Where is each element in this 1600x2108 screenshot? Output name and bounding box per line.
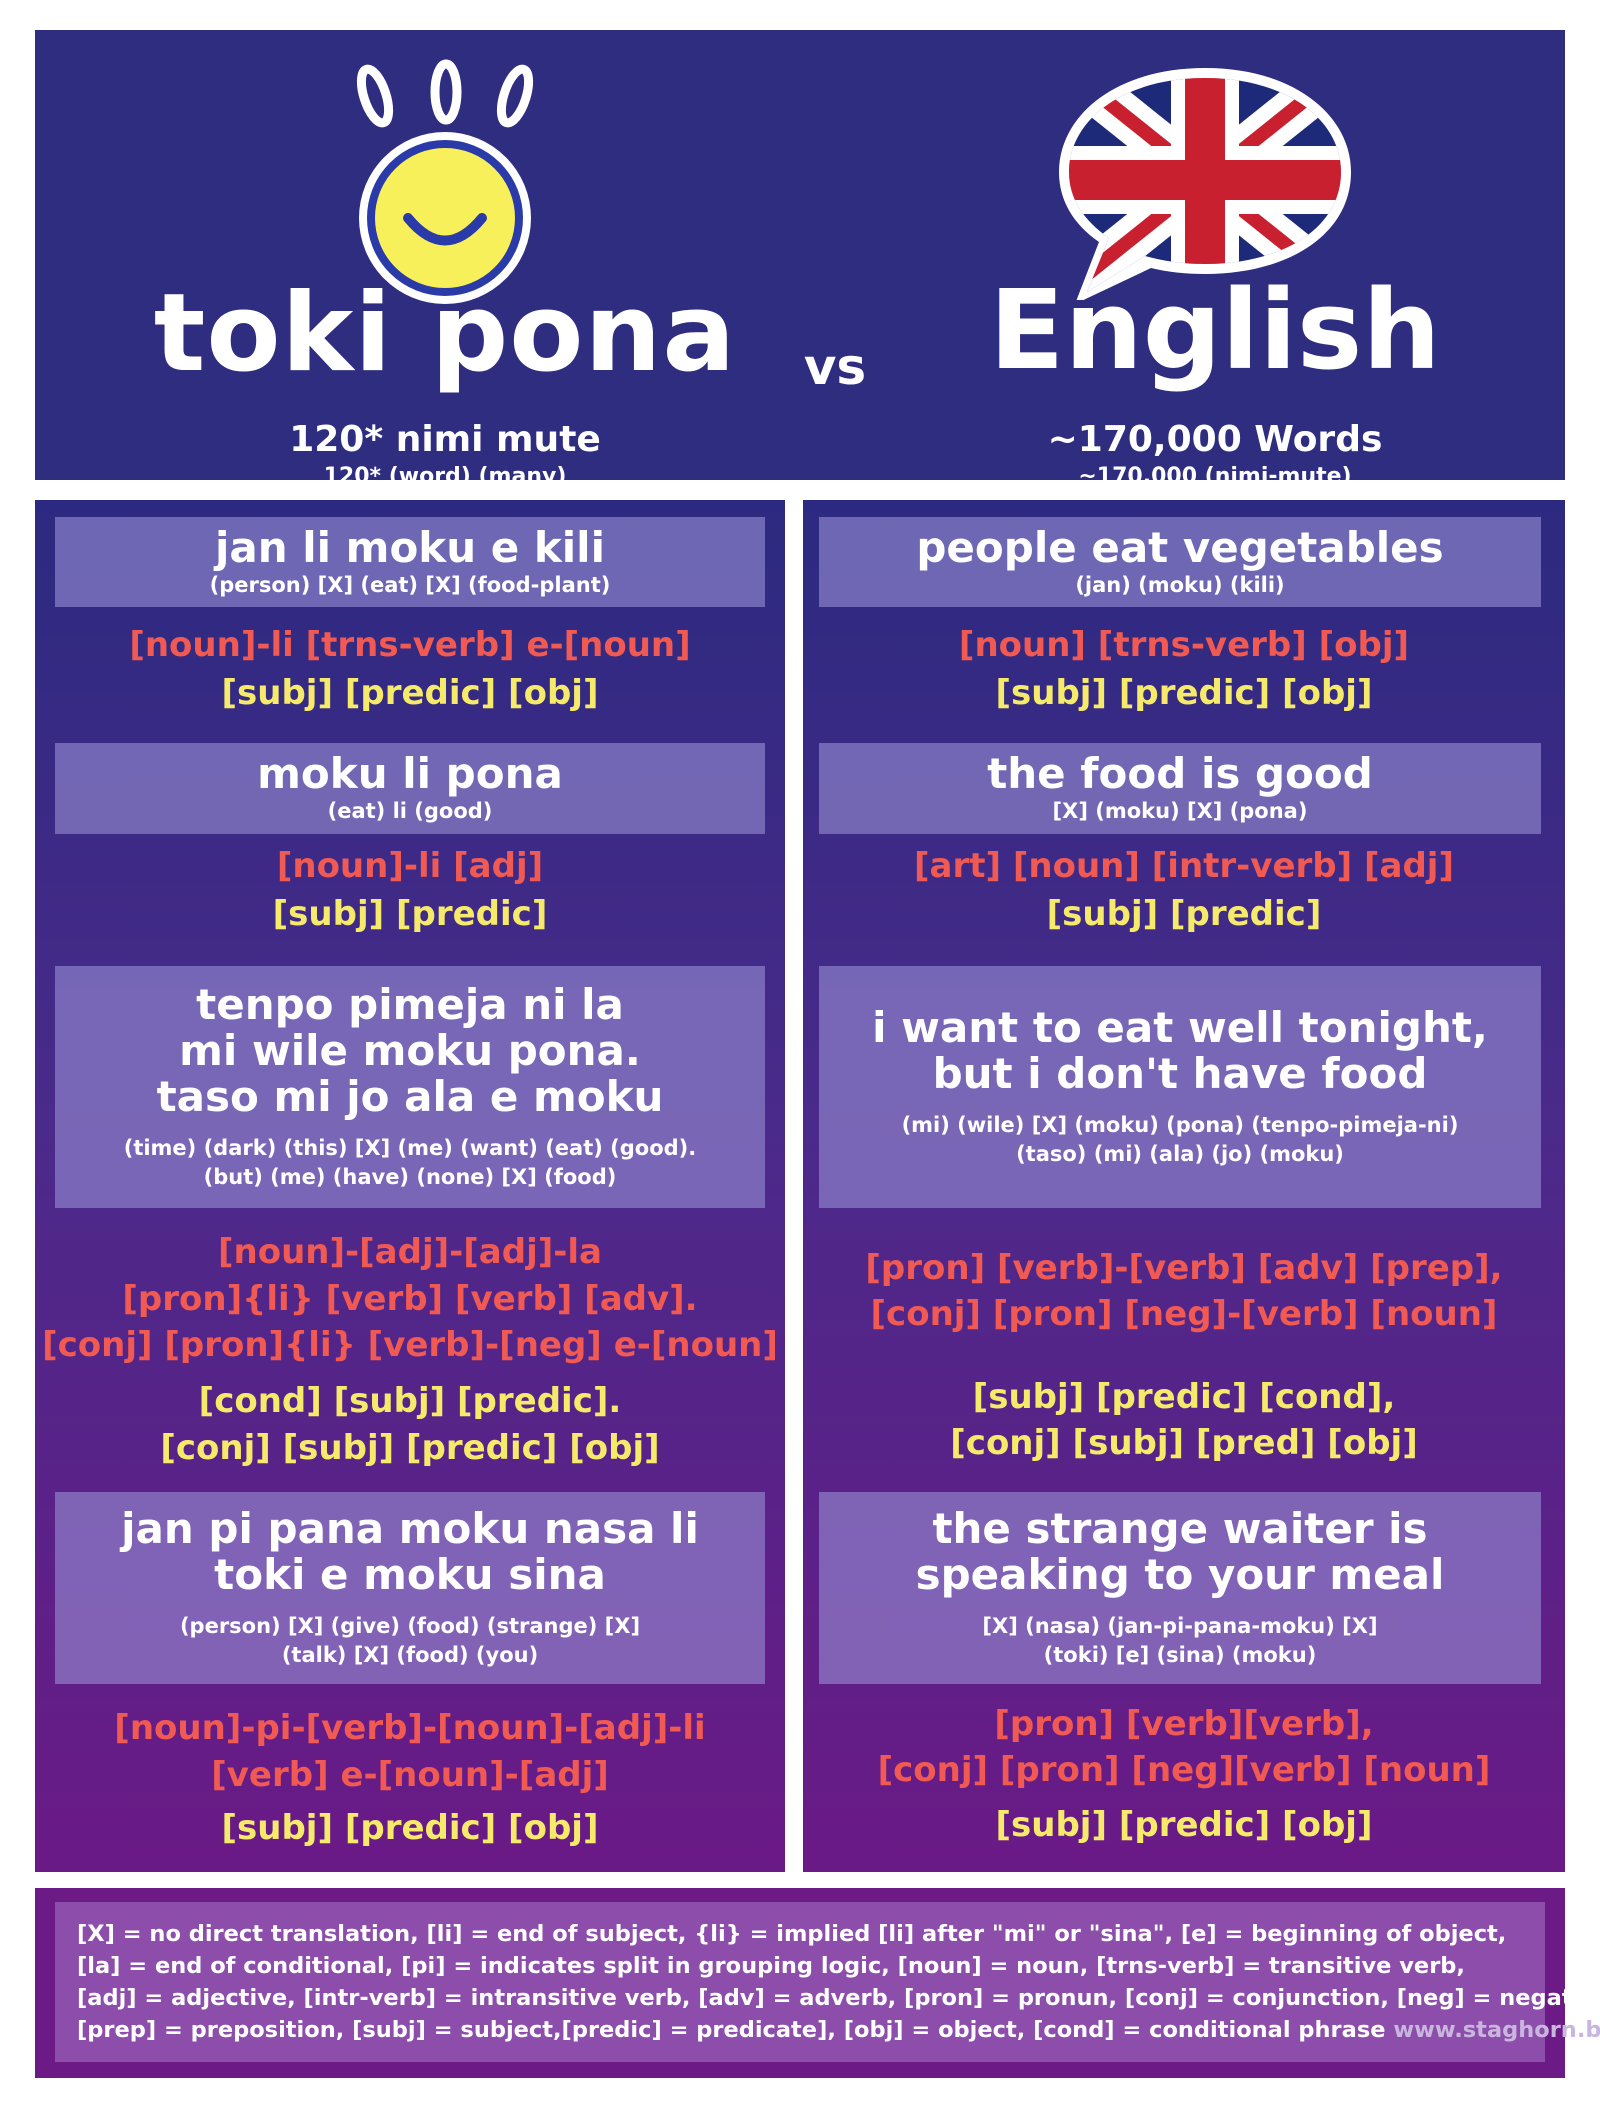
gloss: (but) (me) (have) (none) [X] (food) <box>203 1165 617 1189</box>
example-box: jan pi pana moku nasa li toki e moku sin… <box>55 1492 765 1684</box>
grammar-line: [conj] [pron] [neg]-[verb] [noun] <box>870 1294 1498 1334</box>
grammar-line: [pron] [verb][verb], <box>994 1704 1374 1744</box>
gloss: (eat) li (good) <box>327 799 493 823</box>
site-link[interactable]: www.staghorn.blog <box>1393 2017 1600 2043</box>
phrase: the food is good <box>987 749 1373 798</box>
role-line: [conj] [subj] [pred] [obj] <box>950 1423 1418 1463</box>
gloss: (taso) (mi) (ala) (jo) (moku) <box>1016 1142 1344 1166</box>
union-jack-speech-bubble-icon <box>1059 68 1351 300</box>
role-line: [subj] [predic] [cond], <box>972 1377 1396 1417</box>
role-line: [subj] [predic] [obj] <box>995 673 1373 713</box>
phrase: i want to eat well tonight, <box>872 1003 1488 1052</box>
role-line: [subj] [predic] [obj] <box>995 1805 1373 1845</box>
grammar-line: [art] [noun] [intr-verb] [adj] <box>913 846 1454 886</box>
example-box: moku li pona (eat) li (good) <box>55 743 765 834</box>
phrase: speaking to your meal <box>915 1550 1445 1599</box>
toki-pona-word-count-gloss: 120* (word) (many) <box>323 464 567 489</box>
example-box: people eat vegetables (jan) (moku) (kili… <box>819 517 1541 607</box>
grammar-line: [noun]-li [trns-verb] e-[noun] <box>129 625 691 665</box>
example-box: jan li moku e kili (person) [X] (eat) [X… <box>55 517 765 607</box>
role-line: [subj] [predic] <box>1046 894 1322 934</box>
grammar-line: [conj] [pron]{li} [verb]-[neg] e-[noun] <box>42 1325 778 1365</box>
example-box: i want to eat well tonight, but i don't … <box>819 966 1541 1208</box>
gloss: [X] (nasa) (jan-pi-pana-moku) [X] <box>982 1614 1378 1638</box>
phrase: the strange waiter is <box>932 1504 1428 1553</box>
legend-line: [la] = end of conditional, [pi] = indica… <box>77 1953 1465 1979</box>
toki-pona-column: jan li moku e kili (person) [X] (eat) [X… <box>35 500 785 1872</box>
gloss: (person) [X] (eat) [X] (food-plant) <box>209 572 611 597</box>
english-word-count-gloss: ~170,000 (nimi-mute) <box>1078 464 1352 489</box>
header-banner: toki pona vs English 120* nimi mute 120*… <box>35 30 1565 488</box>
legend-line: [X] = no direct translation, [li] = end … <box>77 1921 1507 1947</box>
grammar-line: [noun] [trns-verb] [obj] <box>958 625 1410 665</box>
phrase: taso mi jo ala e moku <box>156 1072 664 1121</box>
legend-footer: [X] = no direct translation, [li] = end … <box>35 1888 1600 2078</box>
grammar-line: [noun]-[adj]-[adj]-la <box>217 1232 602 1272</box>
phrase: toki e moku sina <box>214 1550 606 1599</box>
english-word-count: ~170,000 Words <box>1047 419 1383 460</box>
legend-box: [X] = no direct translation, [li] = end … <box>55 1902 1600 2062</box>
gloss: [X] (moku) [X] (pona) <box>1052 799 1308 823</box>
gloss: (mi) (wile) [X] (moku) (pona) (tenpo-pim… <box>901 1113 1459 1137</box>
phrase: mi wile moku pona. <box>179 1026 641 1075</box>
example-box: the food is good [X] (moku) [X] (pona) <box>819 743 1541 834</box>
english-title: English <box>989 266 1441 394</box>
role-line: [conj] [subj] [predic] [obj] <box>160 1428 660 1468</box>
english-column: people eat vegetables (jan) (moku) (kili… <box>803 500 1565 1872</box>
phrase: jan pi pana moku nasa li <box>121 1504 699 1553</box>
role-line: [cond] [subj] [predic]. <box>198 1381 622 1421</box>
grammar-line: [noun]-li [adj] <box>276 846 544 886</box>
grammar-line: [verb] e-[noun]-[adj] <box>211 1755 609 1795</box>
gloss: (talk) [X] (food) (you) <box>281 1643 539 1667</box>
gloss: (jan) (moku) (kili) <box>1075 572 1285 597</box>
role-line: [subj] [predic] [obj] <box>221 1808 599 1848</box>
grammar-line: [conj] [pron] [neg][verb] [noun] <box>877 1750 1491 1790</box>
phrase: but i don't have food <box>932 1049 1428 1098</box>
role-line: [subj] [predic] <box>272 894 548 934</box>
legend-line-last: [prep] = preposition, [subj] = subject,[… <box>77 2014 1600 2046</box>
grammar-line: [pron]{li} [verb] [verb] [adv]. <box>122 1279 698 1319</box>
example-box: the strange waiter is speaking to your m… <box>819 1492 1541 1684</box>
phrase: people eat vegetables <box>916 522 1444 572</box>
gloss: (toki) [e] (sina) (moku) <box>1043 1643 1317 1667</box>
grammar-line: [noun]-pi-[verb]-[noun]-[adj]-li <box>114 1708 706 1748</box>
legend-line: [prep] = preposition, [subj] = subject,[… <box>77 2017 1386 2043</box>
gloss: (person) [X] (give) (food) (strange) [X] <box>179 1614 641 1638</box>
phrase: jan li moku e kili <box>215 522 605 572</box>
legend-line: [adj] = adjective, [intr-verb] = intrans… <box>77 1985 1600 2011</box>
role-line: [subj] [predic] [obj] <box>221 673 599 713</box>
example-box: tenpo pimeja ni la mi wile moku pona. ta… <box>55 966 765 1208</box>
gloss: (time) (dark) (this) [X] (me) (want) (ea… <box>123 1136 697 1160</box>
phrase: moku li pona <box>257 749 563 798</box>
toki-pona-title: toki pona <box>153 271 737 396</box>
grammar-line: [pron] [verb]-[verb] [adv] [prep], <box>865 1248 1503 1288</box>
phrase: tenpo pimeja ni la <box>196 980 624 1029</box>
toki-pona-word-count: 120* nimi mute <box>289 419 601 460</box>
